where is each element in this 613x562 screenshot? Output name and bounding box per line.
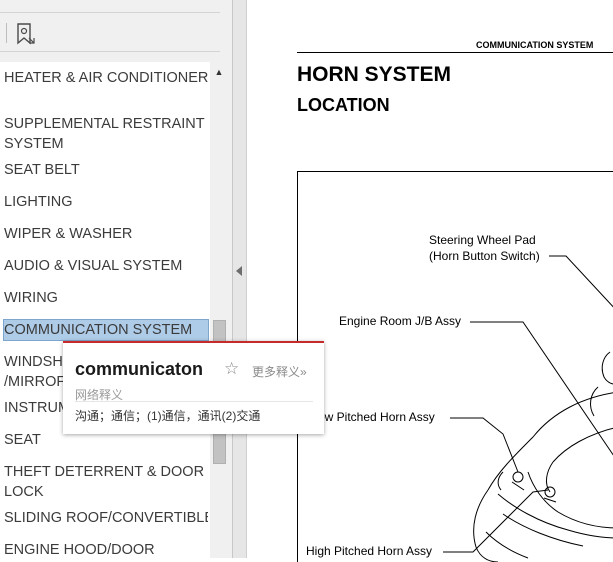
bookmark-engine-hood[interactable]: ENGINE HOOD/DOOR: [4, 540, 208, 558]
dictionary-popup: communicaton ☆ 更多释义» 网络释义 沟通；通信；(1)通信，通讯…: [63, 341, 324, 434]
section-title: LOCATION: [297, 95, 390, 115]
more-definitions-link[interactable]: 更多释义»: [252, 363, 307, 380]
bookmark-supplemental-restraint-line2[interactable]: SYSTEM: [4, 134, 208, 154]
toolbar-separator: [6, 23, 7, 43]
bookmark-heater-air-conditioner[interactable]: HEATER & AIR CONDITIONER: [4, 68, 208, 88]
dictionary-divider: [75, 401, 313, 402]
callout-high-pitched-horn: High Pitched Horn Assy: [306, 544, 433, 558]
bookmark-list: HEATER & AIR CONDITIONER SUPPLEMENTAL RE…: [0, 62, 210, 558]
favorite-star-icon[interactable]: ☆: [224, 359, 239, 379]
dictionary-word: communicaton: [75, 359, 204, 379]
bookmark-wiper-washer[interactable]: WIPER & WASHER: [4, 224, 208, 244]
page-title: HORN SYSTEM: [297, 63, 452, 86]
bookmarks-toolbar: [0, 12, 220, 52]
bookmark-seat-belt[interactable]: SEAT BELT: [4, 160, 208, 180]
dictionary-meaning: 沟通；通信；(1)通信，通讯(2)交通: [75, 409, 261, 423]
bookmark-sliding-roof[interactable]: SLIDING ROOF/CONVERTIBLE: [4, 508, 208, 528]
panel-splitter[interactable]: [233, 0, 247, 558]
callout-steering-wheel-pad: Steering Wheel Pad: [429, 233, 536, 247]
scroll-up-icon[interactable]: ▲: [210, 62, 228, 82]
header-rule: [297, 52, 613, 53]
bookmark-audio-visual[interactable]: AUDIO & VISUAL SYSTEM: [4, 256, 208, 276]
page-header: COMMUNICATION SYSTEM: [476, 40, 594, 50]
location-diagram: Steering Wheel Pad (Horn Button Switch) …: [297, 171, 613, 562]
bookmark-theft-deterrent-line2[interactable]: LOCK: [4, 482, 208, 502]
bookmarks-panel: HEATER & AIR CONDITIONER SUPPLEMENTAL RE…: [0, 0, 233, 558]
callout-horn-button-switch: (Horn Button Switch): [429, 249, 540, 263]
bookmark-options-icon[interactable]: [12, 21, 38, 47]
callout-low-pitched-horn: ow Pitched Horn Assy: [318, 410, 435, 424]
bookmark-communication-system[interactable]: COMMUNICATION SYSTEM: [3, 319, 209, 341]
bookmark-supplemental-restraint[interactable]: SUPPLEMENTAL RESTRAINT: [4, 114, 208, 134]
collapse-panel-icon[interactable]: [236, 266, 242, 276]
bookmark-theft-deterrent[interactable]: THEFT DETERRENT & DOOR: [4, 462, 208, 482]
callout-engine-room-jb: Engine Room J/B Assy: [339, 314, 462, 328]
horn-diagram-drawing: [443, 255, 613, 562]
bookmark-scrollbar[interactable]: ▲: [210, 62, 228, 558]
document-page: COMMUNICATION SYSTEM HORN SYSTEM LOCATIO…: [247, 0, 613, 562]
bookmark-wiring[interactable]: WIRING: [4, 288, 208, 308]
bookmark-lighting[interactable]: LIGHTING: [4, 192, 208, 212]
